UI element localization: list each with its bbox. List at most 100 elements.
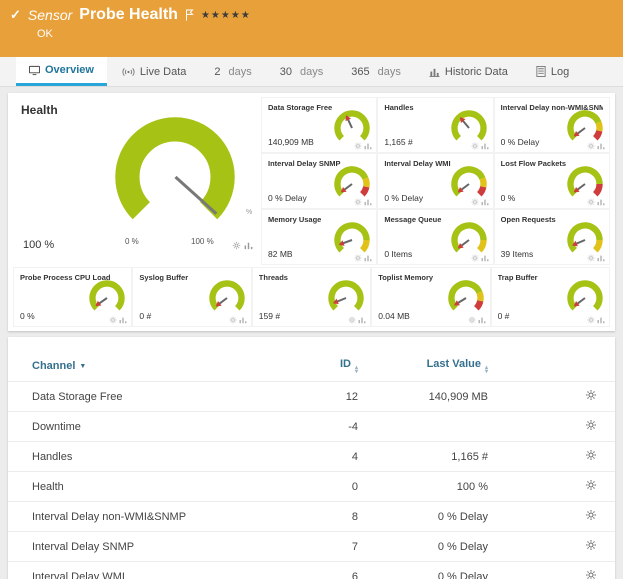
- chart-icon[interactable]: [597, 254, 605, 262]
- gear-icon[interactable]: [471, 142, 479, 150]
- chart-icon[interactable]: [364, 142, 372, 150]
- gauge-tile-interval-delay-wmi: Interval Delay WMI 0 % Delay: [377, 153, 493, 209]
- tab-overview[interactable]: Overview: [16, 57, 107, 86]
- tab-30-days[interactable]: 30days: [267, 57, 337, 86]
- chart-icon[interactable]: [597, 198, 605, 206]
- channel-last-value: 1,165 #: [358, 442, 488, 472]
- health-scale-max: 100 %: [191, 237, 214, 246]
- gauge-value: 0 % Delay: [268, 193, 307, 203]
- gauge-chart[interactable]: [446, 278, 486, 318]
- gauge-tile-probe-process-cpu-load: Probe Process CPU Load 0 %: [13, 267, 132, 327]
- chart-icon[interactable]: [239, 316, 247, 324]
- gauge-value: 0 %: [20, 311, 35, 321]
- gauge-value: 0 #: [139, 311, 151, 321]
- channel-settings-gear-icon[interactable]: [585, 512, 597, 524]
- gauge-tile-memory-usage: Memory Usage 82 MB: [261, 209, 377, 265]
- channel-id: -4: [298, 412, 358, 442]
- chart-icon[interactable]: [364, 254, 372, 262]
- table-row: Interval Delay WMI 6 0 % Delay: [8, 562, 615, 579]
- chart-icon[interactable]: [364, 198, 372, 206]
- sensor-banner: ✓ Sensor Probe Health ★★★★★ OK: [0, 0, 623, 57]
- tab-live-data[interactable]: Live Data: [109, 57, 199, 86]
- gear-icon[interactable]: [354, 142, 362, 150]
- channel-settings-gear-icon[interactable]: [585, 482, 597, 494]
- priority-stars[interactable]: ★★★★★: [201, 10, 251, 21]
- sort-arrows-icon: ▴▾: [355, 366, 358, 374]
- gauge-tile-trap-buffer: Trap Buffer 0 #: [491, 267, 610, 327]
- gauge-chart[interactable]: [565, 278, 605, 318]
- chart-icon[interactable]: [481, 142, 489, 150]
- channel-id: 6: [298, 562, 358, 579]
- gear-icon[interactable]: [587, 142, 595, 150]
- chart-icon[interactable]: [244, 241, 253, 250]
- gear-icon[interactable]: [354, 198, 362, 206]
- health-gauge-value: 100 %: [23, 239, 54, 251]
- sort-arrows-icon: ▴▾: [485, 366, 488, 374]
- gauge-chart[interactable]: [326, 278, 366, 318]
- chart-icon[interactable]: [481, 198, 489, 206]
- tab-log[interactable]: Log: [523, 57, 582, 86]
- chart-icon[interactable]: [597, 142, 605, 150]
- chart-icon[interactable]: [481, 254, 489, 262]
- column-header-channel[interactable]: Channel▼: [8, 353, 298, 382]
- tab-historic-data[interactable]: Historic Data: [416, 57, 521, 86]
- channel-settings-gear-icon[interactable]: [585, 452, 597, 464]
- gauge-value: 1,165 #: [384, 137, 412, 147]
- channel-settings-gear-icon[interactable]: [585, 542, 597, 554]
- channel-name: Handles: [8, 442, 298, 472]
- bottom-gauges-row: Probe Process CPU Load 0 % Syslog Buffer…: [13, 267, 610, 327]
- gear-icon[interactable]: [348, 316, 356, 324]
- column-header-id[interactable]: ID▴▾: [298, 353, 358, 382]
- column-header-last-value[interactable]: Last Value▴▾: [358, 353, 488, 382]
- gear-icon[interactable]: [471, 254, 479, 262]
- gauge-chart[interactable]: [87, 278, 127, 318]
- health-unit-label: %: [246, 209, 252, 216]
- gear-icon[interactable]: [232, 241, 241, 250]
- channel-last-value: 100 %: [358, 472, 488, 502]
- channel-settings-gear-icon[interactable]: [585, 392, 597, 404]
- channel-name: Interval Delay SNMP: [8, 532, 298, 562]
- chart-icon[interactable]: [478, 316, 486, 324]
- channel-last-value: 0 % Delay: [358, 562, 488, 579]
- channel-id: 0: [298, 472, 358, 502]
- health-gauge-area: Health 100 % 0 % 100 % %: [13, 97, 261, 265]
- gear-icon[interactable]: [229, 316, 237, 324]
- status-badge: OK: [37, 28, 613, 40]
- flag-icon[interactable]: [185, 9, 194, 21]
- channel-last-value: 0 % Delay: [358, 532, 488, 562]
- gauge-tile-threads: Threads 159 #: [252, 267, 371, 327]
- chart-icon[interactable]: [358, 316, 366, 324]
- table-row: Interval Delay SNMP 7 0 % Delay: [8, 532, 615, 562]
- tab-2-days[interactable]: 2days: [201, 57, 264, 86]
- chart-icon[interactable]: [119, 316, 127, 324]
- gear-icon[interactable]: [587, 198, 595, 206]
- gear-icon[interactable]: [468, 316, 476, 324]
- log-icon: [536, 66, 546, 77]
- channel-last-value: 140,909 MB: [358, 382, 488, 412]
- channel-settings-gear-icon[interactable]: [585, 422, 597, 434]
- gear-icon[interactable]: [587, 254, 595, 262]
- gauge-value: 0 % Delay: [501, 137, 540, 147]
- health-gauge-chart[interactable]: [105, 107, 245, 247]
- channel-settings-gear-icon[interactable]: [585, 572, 597, 579]
- gear-icon[interactable]: [587, 316, 595, 324]
- page-title: Probe Health: [79, 6, 178, 24]
- gauge-tile-open-requests: Open Requests 39 Items: [494, 209, 610, 265]
- tab-365-days[interactable]: 365days: [338, 57, 414, 86]
- channels-table: Channel▼ ID▴▾ Last Value▴▾ Data Storage …: [8, 353, 615, 579]
- channels-panel: Channel▼ ID▴▾ Last Value▴▾ Data Storage …: [8, 337, 615, 579]
- gear-icon[interactable]: [354, 254, 362, 262]
- object-kind-label: Sensor: [28, 7, 72, 23]
- sort-caret-icon: ▼: [79, 363, 86, 370]
- gauge-tile-data-storage-free: Data Storage Free 140,909 MB: [261, 97, 377, 153]
- gear-icon[interactable]: [471, 198, 479, 206]
- gauge-tile-interval-delay-non-wmi-snmp: Interval Delay non-WMI&SNMP 0 % Delay: [494, 97, 610, 153]
- gauge-value: 0 %: [501, 193, 516, 203]
- gauge-value: 0 Items: [384, 249, 412, 259]
- channel-id: 4: [298, 442, 358, 472]
- gear-icon[interactable]: [109, 316, 117, 324]
- chart-icon[interactable]: [597, 316, 605, 324]
- gauge-value: 159 #: [259, 311, 280, 321]
- channel-name: Interval Delay non-WMI&SNMP: [8, 502, 298, 532]
- gauge-chart[interactable]: [207, 278, 247, 318]
